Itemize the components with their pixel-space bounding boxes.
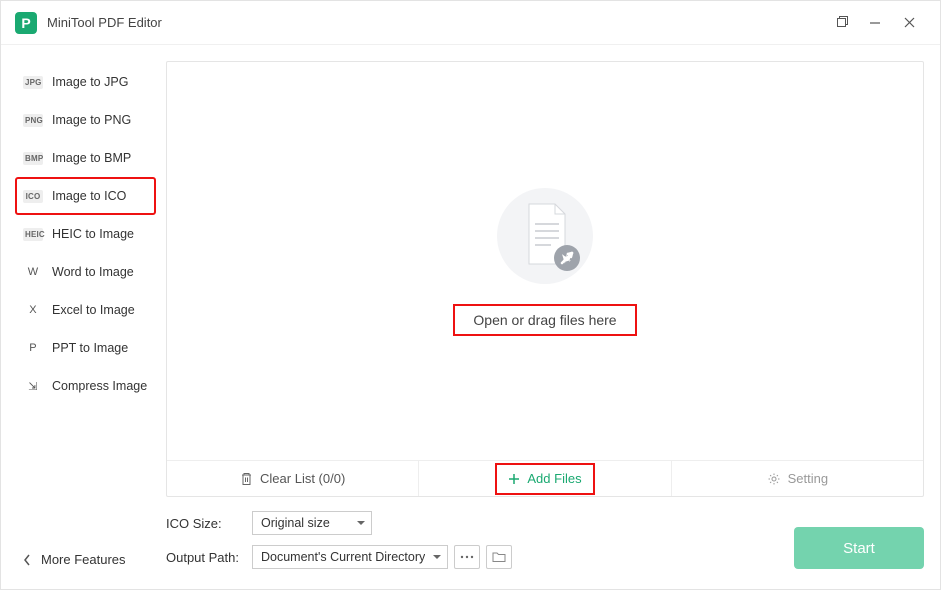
sidebar-item-image-to-png[interactable]: PNG Image to PNG xyxy=(1,101,166,139)
excel-badge-icon: X xyxy=(23,302,43,318)
add-files-button[interactable]: Add Files xyxy=(419,461,671,496)
more-features-button[interactable]: More Features xyxy=(1,534,166,589)
close-icon[interactable] xyxy=(892,8,926,38)
word-badge-icon: W xyxy=(23,264,43,280)
ppt-badge-icon: P xyxy=(23,340,43,356)
sidebar-item-label: Compress Image xyxy=(52,379,147,393)
app-title: MiniTool PDF Editor xyxy=(47,15,162,30)
sidebar-item-heic-to-image[interactable]: HEIC HEIC to Image xyxy=(1,215,166,253)
sidebar-item-label: Image to BMP xyxy=(52,151,131,165)
start-button[interactable]: Start xyxy=(794,527,924,569)
plus-icon xyxy=(508,473,520,485)
gear-icon xyxy=(767,472,781,486)
action-bar: Clear List (0/0) Add Files Setting xyxy=(167,460,923,496)
sidebar-item-label: HEIC to Image xyxy=(52,227,134,241)
output-path-row: Output Path: Document's Current Director… xyxy=(166,545,512,569)
ico-size-select[interactable]: Original size xyxy=(252,511,372,535)
sidebar-item-image-to-jpg[interactable]: JPG Image to JPG xyxy=(1,63,166,101)
sidebar-item-word-to-image[interactable]: W Word to Image xyxy=(1,253,166,291)
add-files-label: Add Files xyxy=(527,471,581,486)
sidebar-item-label: Image to PNG xyxy=(52,113,131,127)
output-path-label: Output Path: xyxy=(166,550,246,565)
document-placeholder-icon xyxy=(495,186,595,286)
sidebar-item-image-to-bmp[interactable]: BMP Image to BMP xyxy=(1,139,166,177)
drop-text: Open or drag files here xyxy=(453,304,636,336)
minimize-icon[interactable] xyxy=(858,8,892,38)
sidebar-item-label: Image to ICO xyxy=(52,189,126,203)
compress-badge-icon: ⇲ xyxy=(23,378,43,395)
sidebar-item-ppt-to-image[interactable]: P PPT to Image xyxy=(1,329,166,367)
ico-badge-icon: ICO xyxy=(23,190,43,203)
application-window: P MiniTool PDF Editor JPG Image to JPG P… xyxy=(0,0,941,590)
folder-icon xyxy=(492,551,506,563)
ico-size-row: ICO Size: Original size xyxy=(166,511,512,535)
trash-icon xyxy=(240,472,253,486)
main-panel: Open or drag files here Clear List (0/0)… xyxy=(166,45,940,589)
sidebar-item-image-to-ico[interactable]: ICO Image to ICO xyxy=(15,177,156,215)
heic-badge-icon: HEIC xyxy=(23,228,43,241)
sidebar-item-compress-image[interactable]: ⇲ Compress Image xyxy=(1,367,166,405)
drop-center: Open or drag files here xyxy=(167,62,923,460)
sidebar-item-label: Excel to Image xyxy=(52,303,135,317)
sidebar: JPG Image to JPG PNG Image to PNG BMP Im… xyxy=(1,45,166,589)
sidebar-item-label: Word to Image xyxy=(52,265,134,279)
chevron-left-icon xyxy=(23,554,31,566)
drop-area[interactable]: Open or drag files here Clear List (0/0)… xyxy=(166,61,924,497)
clear-list-label: Clear List (0/0) xyxy=(260,471,345,486)
setting-label: Setting xyxy=(788,471,828,486)
sidebar-item-label: Image to JPG xyxy=(52,75,128,89)
restore-window-icon[interactable] xyxy=(824,8,858,38)
bmp-badge-icon: BMP xyxy=(23,152,43,165)
output-path-select[interactable]: Document's Current Directory xyxy=(252,545,448,569)
sidebar-item-excel-to-image[interactable]: X Excel to Image xyxy=(1,291,166,329)
ico-size-label: ICO Size: xyxy=(166,516,246,531)
png-badge-icon: PNG xyxy=(23,114,43,127)
bottom-controls: ICO Size: Original size Output Path: Doc… xyxy=(166,497,924,569)
titlebar: P MiniTool PDF Editor xyxy=(1,1,940,45)
sidebar-item-label: PPT to Image xyxy=(52,341,128,355)
jpg-badge-icon: JPG xyxy=(23,76,43,89)
app-logo-icon: P xyxy=(15,12,37,34)
more-options-button[interactable] xyxy=(454,545,480,569)
setting-button[interactable]: Setting xyxy=(672,461,923,496)
more-features-label: More Features xyxy=(41,552,126,567)
ellipsis-icon xyxy=(460,555,474,559)
browse-folder-button[interactable] xyxy=(486,545,512,569)
clear-list-button[interactable]: Clear List (0/0) xyxy=(167,461,419,496)
